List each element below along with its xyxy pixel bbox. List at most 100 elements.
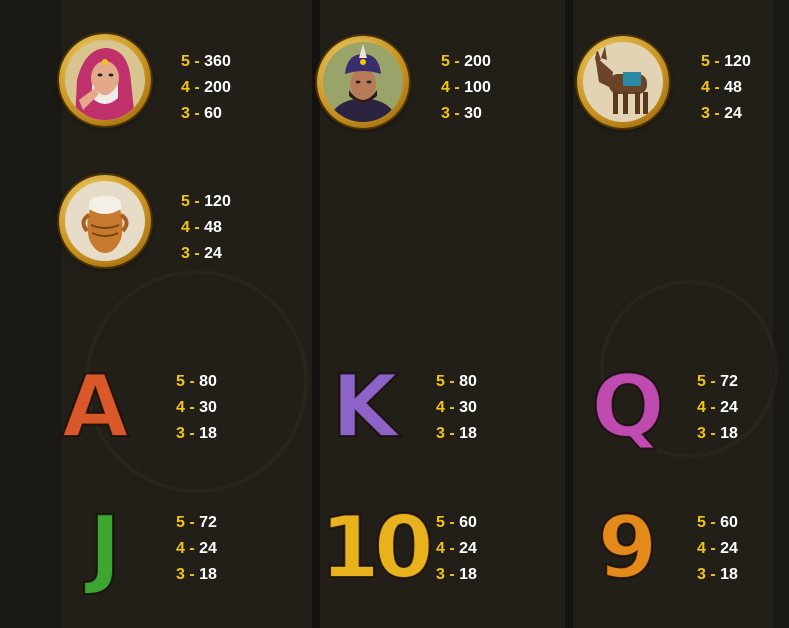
pay-separator: - bbox=[194, 105, 200, 122]
pay-value: 18 bbox=[199, 425, 217, 442]
pay-separator: - bbox=[714, 105, 720, 122]
pay-separator: - bbox=[449, 399, 455, 416]
pay-separator: - bbox=[194, 79, 200, 96]
pay-separator: - bbox=[194, 245, 200, 262]
pay-separator: - bbox=[189, 399, 195, 416]
pay-count: 5 bbox=[436, 373, 445, 390]
pay-count: 3 bbox=[436, 566, 445, 583]
medal-frame bbox=[317, 36, 409, 128]
pay-value: 72 bbox=[720, 373, 738, 390]
pay-row: 4 - 30 bbox=[176, 395, 217, 421]
pay-row: 5 - 80 bbox=[176, 369, 217, 395]
pay-separator: - bbox=[194, 53, 200, 70]
pay-row: 5 - 60 bbox=[436, 510, 477, 536]
pay-value: 18 bbox=[720, 566, 738, 583]
paytable-j: 5 - 72 4 - 24 3 - 18 bbox=[176, 510, 217, 588]
pay-row: 3 - 18 bbox=[436, 421, 477, 447]
pay-separator: - bbox=[710, 373, 716, 390]
pay-count: 5 bbox=[176, 514, 185, 531]
pay-separator: - bbox=[710, 425, 716, 442]
paytable-sultan: 5 - 200 4 - 100 3 - 30 bbox=[441, 49, 491, 127]
pay-count: 3 bbox=[176, 566, 185, 583]
medal-frame bbox=[59, 34, 151, 126]
pay-separator: - bbox=[449, 425, 455, 442]
pay-row: 4 - 24 bbox=[436, 536, 477, 562]
paytable-10: 5 - 60 4 - 24 3 - 18 bbox=[436, 510, 477, 588]
pay-separator: - bbox=[710, 566, 716, 583]
pay-count: 4 bbox=[181, 79, 190, 96]
pay-row: 3 - 60 bbox=[181, 101, 231, 127]
pay-value: 60 bbox=[459, 514, 477, 531]
pay-row: 3 - 24 bbox=[701, 101, 751, 127]
pay-row: 4 - 24 bbox=[176, 536, 217, 562]
pay-separator: - bbox=[449, 540, 455, 557]
pay-row: 3 - 18 bbox=[436, 562, 477, 588]
pay-row: 5 - 72 bbox=[176, 510, 217, 536]
pay-separator: - bbox=[194, 219, 200, 236]
medal-frame bbox=[59, 175, 151, 267]
pay-count: 3 bbox=[181, 105, 190, 122]
pay-row: 5 - 80 bbox=[436, 369, 477, 395]
pay-value: 80 bbox=[199, 373, 217, 390]
pay-count: 3 bbox=[176, 425, 185, 442]
pay-separator: - bbox=[454, 79, 460, 96]
paytable-jar: 5 - 120 4 - 48 3 - 24 bbox=[181, 189, 231, 267]
pay-row: 3 - 24 bbox=[181, 241, 231, 267]
pay-count: 3 bbox=[441, 105, 450, 122]
paytable-donkey: 5 - 120 4 - 48 3 - 24 bbox=[701, 49, 751, 127]
pay-row: 4 - 24 bbox=[697, 395, 738, 421]
pay-row: 5 - 200 bbox=[441, 49, 491, 75]
pay-count: 4 bbox=[436, 399, 445, 416]
pay-count: 3 bbox=[697, 425, 706, 442]
pay-count: 4 bbox=[701, 79, 710, 96]
pay-separator: - bbox=[710, 514, 716, 531]
pay-value: 18 bbox=[459, 566, 477, 583]
pay-value: 24 bbox=[720, 540, 738, 557]
pay-count: 5 bbox=[176, 373, 185, 390]
pay-count: 5 bbox=[181, 53, 190, 70]
pay-count: 4 bbox=[436, 540, 445, 557]
pay-count: 4 bbox=[697, 540, 706, 557]
pay-row: 3 - 18 bbox=[697, 562, 738, 588]
pay-value: 48 bbox=[724, 79, 742, 96]
symbol-letter-k: K bbox=[331, 357, 400, 457]
pay-row: 4 - 100 bbox=[441, 75, 491, 101]
pay-row: 5 - 360 bbox=[181, 49, 231, 75]
paytable-a: 5 - 80 4 - 30 3 - 18 bbox=[176, 369, 217, 447]
pay-count: 5 bbox=[697, 514, 706, 531]
pay-count: 5 bbox=[701, 53, 710, 70]
veiled-woman-icon bbox=[65, 40, 145, 120]
pay-separator: - bbox=[710, 399, 716, 416]
pay-value: 24 bbox=[724, 105, 742, 122]
pay-separator: - bbox=[189, 566, 195, 583]
pay-row: 5 - 60 bbox=[697, 510, 738, 536]
pay-separator: - bbox=[710, 540, 716, 557]
pay-count: 5 bbox=[436, 514, 445, 531]
pay-separator: - bbox=[449, 514, 455, 531]
pay-value: 80 bbox=[459, 373, 477, 390]
pay-value: 200 bbox=[204, 79, 231, 96]
pay-row: 3 - 18 bbox=[697, 421, 738, 447]
pay-value: 200 bbox=[464, 53, 491, 70]
pay-row: 5 - 120 bbox=[701, 49, 751, 75]
symbol-letter-j: J bbox=[88, 498, 122, 598]
pay-separator: - bbox=[449, 566, 455, 583]
pay-value: 120 bbox=[724, 53, 751, 70]
pay-value: 30 bbox=[199, 399, 217, 416]
pay-separator: - bbox=[714, 79, 720, 96]
pay-value: 24 bbox=[199, 540, 217, 557]
pay-row: 4 - 48 bbox=[181, 215, 231, 241]
symbol-letter-a: A bbox=[61, 357, 130, 457]
pay-separator: - bbox=[189, 373, 195, 390]
paytable-9: 5 - 60 4 - 24 3 - 18 bbox=[697, 510, 738, 588]
pay-value: 100 bbox=[464, 79, 491, 96]
pay-separator: - bbox=[714, 53, 720, 70]
pay-value: 30 bbox=[459, 399, 477, 416]
pay-value: 48 bbox=[204, 219, 222, 236]
paytable-k: 5 - 80 4 - 30 3 - 18 bbox=[436, 369, 477, 447]
symbol-letter-q: Q bbox=[590, 357, 665, 457]
pay-row: 3 - 30 bbox=[441, 101, 491, 127]
pay-separator: - bbox=[189, 514, 195, 531]
pay-row: 5 - 72 bbox=[697, 369, 738, 395]
paytable-q: 5 - 72 4 - 24 3 - 18 bbox=[697, 369, 738, 447]
